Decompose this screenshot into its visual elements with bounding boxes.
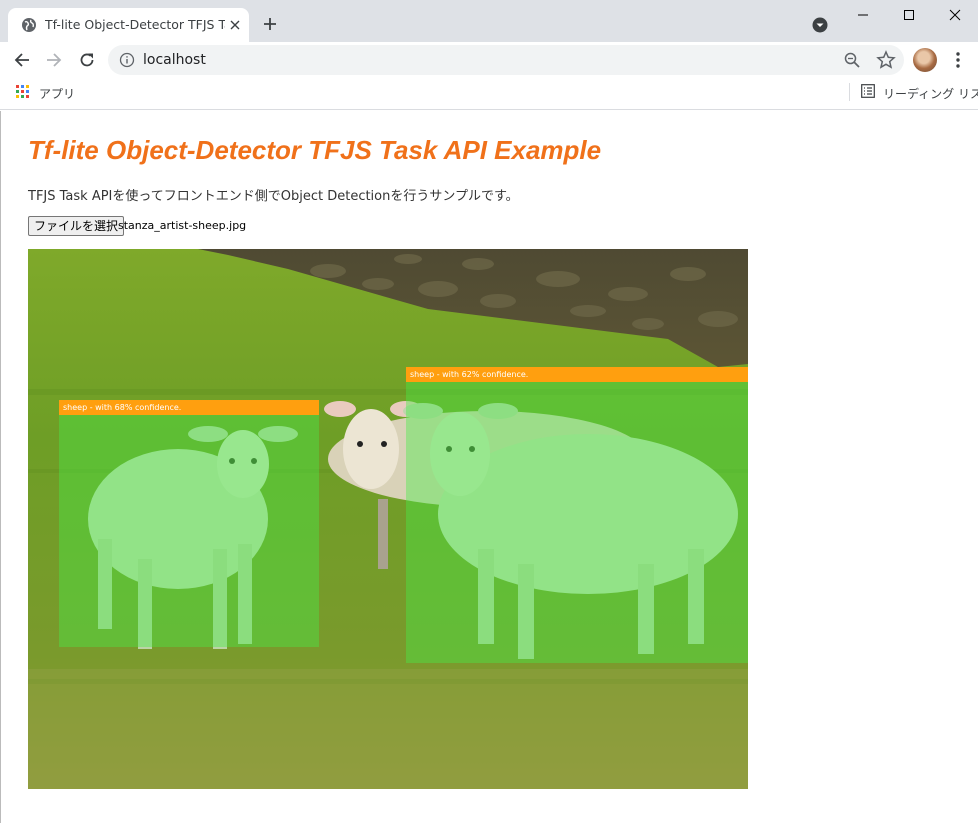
bookmark-star-icon[interactable]: [876, 50, 896, 70]
tab-search-icon[interactable]: [810, 15, 830, 35]
profile-avatar[interactable]: [913, 48, 937, 72]
detection-result-image: sheep - with 68% confidence. sheep - wit…: [28, 249, 748, 789]
apps-grid-icon[interactable]: [16, 85, 30, 99]
more-menu-icon[interactable]: [948, 49, 968, 71]
close-tab-icon[interactable]: [226, 16, 244, 34]
bookmarks-divider: [849, 83, 850, 101]
detection-label-1: sheep - with 68% confidence.: [59, 400, 319, 415]
close-window-icon[interactable]: [932, 0, 978, 30]
detection-box-1: [59, 415, 319, 647]
reading-list-button[interactable]: リーディング リスト: [883, 85, 978, 102]
address-bar[interactable]: localhost: [108, 45, 904, 75]
forward-arrow-icon[interactable]: [42, 48, 66, 72]
globe-icon: [22, 18, 36, 32]
url-text[interactable]: localhost: [143, 52, 206, 68]
info-icon[interactable]: [119, 52, 135, 68]
bookmarks-bar: アプリ リーディング リスト: [0, 78, 978, 110]
new-tab-icon[interactable]: [259, 13, 281, 35]
reading-list-icon[interactable]: [861, 84, 875, 98]
apps-bookmark[interactable]: アプリ: [39, 85, 75, 102]
browser-toolbar: localhost: [0, 42, 978, 78]
detection-label-2: sheep - with 62% confidence.: [406, 367, 748, 382]
zoom-icon[interactable]: [843, 51, 861, 69]
back-arrow-icon[interactable]: [10, 48, 34, 72]
page-content: Tf-lite Object-Detector TFJS Task API Ex…: [0, 111, 978, 823]
minimize-icon[interactable]: [840, 0, 886, 30]
tab-strip: Tf-lite Object-Detector TFJS Task API Ex…: [0, 0, 978, 42]
detection-box-2: [406, 382, 748, 663]
browser-tab[interactable]: Tf-lite Object-Detector TFJS Task API Ex…: [8, 8, 249, 42]
page-description: TFJS Task APIを使ってフロントエンド側でObject Detecti…: [28, 189, 519, 204]
maximize-icon[interactable]: [886, 0, 932, 30]
tab-title: Tf-lite Object-Detector TFJS Task API Ex…: [45, 17, 225, 32]
reload-icon[interactable]: [75, 48, 99, 72]
choose-file-button[interactable]: ファイルを選択: [28, 216, 125, 236]
page-title: Tf-lite Object-Detector TFJS Task API Ex…: [28, 135, 602, 165]
selected-file-name: stanza_artist-sheep.jpg: [118, 219, 247, 232]
